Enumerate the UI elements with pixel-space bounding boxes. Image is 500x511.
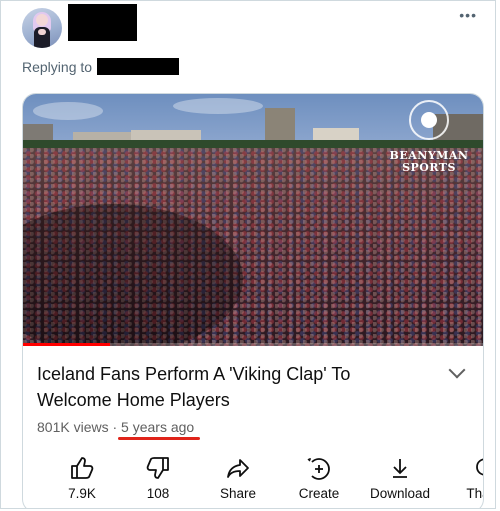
- avatar[interactable]: [22, 8, 62, 48]
- avatar-head: [36, 14, 48, 26]
- cloud: [33, 102, 103, 120]
- create-icon: [307, 458, 330, 480]
- soccer-ball-crest-icon: [409, 100, 449, 140]
- building: [265, 108, 295, 144]
- thumbs-down-icon: [146, 457, 169, 479]
- redacted-username: [68, 4, 137, 41]
- view-count: 801K views: [37, 419, 109, 435]
- video-progress-bar[interactable]: [23, 343, 483, 346]
- thanks-button[interactable]: Tha: [443, 450, 483, 508]
- logo-wordmark: BEANYMAN SPORTS: [389, 149, 469, 174]
- action-bar: 7.9K 108 Share Create Download Th: [23, 450, 483, 508]
- avatar-skin: [38, 29, 46, 35]
- dislike-button[interactable]: 108: [123, 450, 193, 508]
- thumbs-up-icon: [71, 457, 94, 479]
- video-meta: 801K views · 5 years ago: [37, 419, 194, 435]
- thanks-icon: [476, 458, 483, 476]
- like-button[interactable]: 7.9K: [47, 450, 117, 508]
- download-icon: [393, 459, 407, 478]
- create-button[interactable]: Create: [284, 450, 354, 508]
- download-label: Download: [369, 486, 431, 501]
- more-dots-icon[interactable]: •••: [459, 7, 477, 23]
- create-label: Create: [298, 486, 340, 501]
- share-icon: [227, 459, 249, 478]
- tweet-frame: ••• Replying to @ BEANYMAN SPORTS Ic: [0, 0, 496, 509]
- red-underline-annotation: [118, 437, 200, 440]
- redacted-handle: [97, 58, 179, 75]
- video-thumbnail[interactable]: BEANYMAN SPORTS: [23, 94, 483, 346]
- share-button[interactable]: Share: [203, 450, 273, 508]
- cloud: [173, 98, 263, 114]
- youtube-screenshot[interactable]: BEANYMAN SPORTS Iceland Fans Perform A '…: [22, 93, 484, 508]
- download-button[interactable]: Download: [365, 450, 435, 508]
- share-label: Share: [219, 486, 257, 501]
- dislike-count: 108: [146, 486, 170, 501]
- thanks-label: Tha: [466, 486, 483, 501]
- upload-age: 5 years ago: [121, 419, 195, 435]
- chevron-down-icon[interactable]: [448, 361, 466, 379]
- like-count: 7.9K: [68, 486, 96, 501]
- meta-separator: ·: [108, 419, 122, 435]
- video-title: Iceland Fans Perform A 'Viking Clap' To …: [37, 364, 351, 410]
- replying-to-label: Replying to: [22, 59, 96, 75]
- beanyman-sports-logo: BEANYMAN SPORTS: [383, 100, 475, 184]
- video-progress-fill: [23, 343, 111, 346]
